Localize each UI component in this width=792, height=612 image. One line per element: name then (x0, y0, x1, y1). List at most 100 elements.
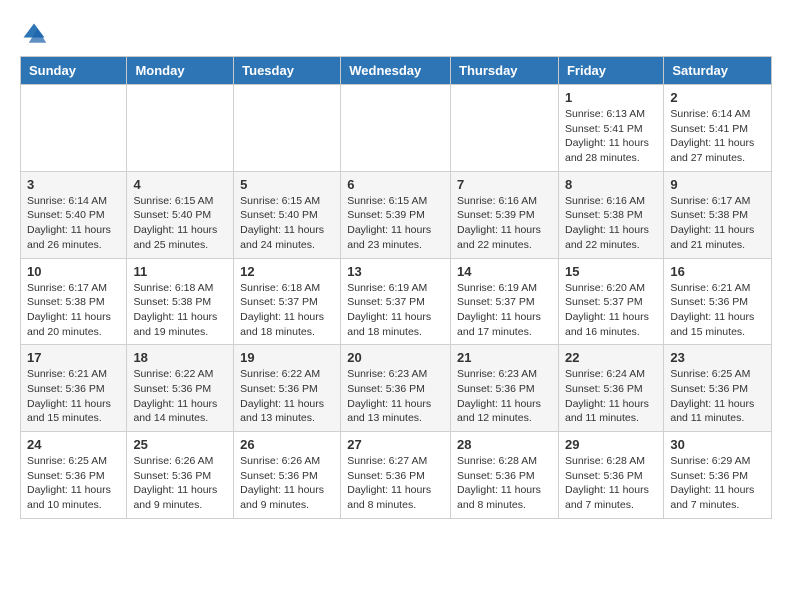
day-number: 24 (27, 437, 120, 452)
weekday-header-cell: Wednesday (341, 57, 451, 85)
day-info: Sunrise: 6:13 AM Sunset: 5:41 PM Dayligh… (565, 107, 657, 166)
calendar-cell: 10 Sunrise: 6:17 AM Sunset: 5:38 PM Dayli… (21, 258, 127, 345)
calendar-cell: 13 Sunrise: 6:19 AM Sunset: 5:37 PM Dayli… (341, 258, 451, 345)
calendar-cell (341, 85, 451, 172)
calendar-cell: 21 Sunrise: 6:23 AM Sunset: 5:36 PM Dayli… (451, 345, 559, 432)
day-number: 26 (240, 437, 334, 452)
day-info: Sunrise: 6:28 AM Sunset: 5:36 PM Dayligh… (565, 454, 657, 513)
calendar-cell (21, 85, 127, 172)
day-number: 20 (347, 350, 444, 365)
day-number: 12 (240, 264, 334, 279)
day-info: Sunrise: 6:24 AM Sunset: 5:36 PM Dayligh… (565, 367, 657, 426)
day-number: 13 (347, 264, 444, 279)
day-info: Sunrise: 6:19 AM Sunset: 5:37 PM Dayligh… (457, 281, 552, 340)
calendar-week-row: 24 Sunrise: 6:25 AM Sunset: 5:36 PM Dayli… (21, 432, 772, 519)
calendar-cell: 23 Sunrise: 6:25 AM Sunset: 5:36 PM Dayli… (664, 345, 772, 432)
day-info: Sunrise: 6:15 AM Sunset: 5:40 PM Dayligh… (240, 194, 334, 253)
calendar-cell (234, 85, 341, 172)
day-number: 29 (565, 437, 657, 452)
calendar-cell: 28Sunrise: 6:28 AM Sunset: 5:36 PM Dayli… (451, 432, 559, 519)
day-number: 4 (133, 177, 227, 192)
day-number: 21 (457, 350, 552, 365)
calendar-week-row: 1 Sunrise: 6:13 AM Sunset: 5:41 PM Daylig… (21, 85, 772, 172)
day-info: Sunrise: 6:27 AM Sunset: 5:36 PM Dayligh… (347, 454, 444, 513)
calendar-cell: 22 Sunrise: 6:24 AM Sunset: 5:36 PM Dayli… (558, 345, 663, 432)
calendar-cell: 17 Sunrise: 6:21 AM Sunset: 5:36 PM Dayli… (21, 345, 127, 432)
day-number: 7 (457, 177, 552, 192)
day-number: 17 (27, 350, 120, 365)
day-info: Sunrise: 6:15 AM Sunset: 5:40 PM Dayligh… (133, 194, 227, 253)
calendar-cell: 16 Sunrise: 6:21 AM Sunset: 5:36 PM Dayli… (664, 258, 772, 345)
logo (20, 20, 52, 48)
day-number: 6 (347, 177, 444, 192)
day-info: Sunrise: 6:18 AM Sunset: 5:37 PM Dayligh… (240, 281, 334, 340)
calendar-cell: 1 Sunrise: 6:13 AM Sunset: 5:41 PM Daylig… (558, 85, 663, 172)
calendar-cell: 20 Sunrise: 6:23 AM Sunset: 5:36 PM Dayli… (341, 345, 451, 432)
day-number: 5 (240, 177, 334, 192)
day-info: Sunrise: 6:21 AM Sunset: 5:36 PM Dayligh… (27, 367, 120, 426)
calendar-cell: 7Sunrise: 6:16 AM Sunset: 5:39 PM Daylig… (451, 171, 559, 258)
calendar-cell: 8 Sunrise: 6:16 AM Sunset: 5:38 PM Daylig… (558, 171, 663, 258)
calendar-week-row: 10 Sunrise: 6:17 AM Sunset: 5:38 PM Dayli… (21, 258, 772, 345)
day-info: Sunrise: 6:20 AM Sunset: 5:37 PM Dayligh… (565, 281, 657, 340)
day-info: Sunrise: 6:23 AM Sunset: 5:36 PM Dayligh… (457, 367, 552, 426)
day-number: 18 (133, 350, 227, 365)
day-number: 19 (240, 350, 334, 365)
day-number: 14 (457, 264, 552, 279)
calendar-cell: 14 Sunrise: 6:19 AM Sunset: 5:37 PM Dayli… (451, 258, 559, 345)
day-info: Sunrise: 6:29 AM Sunset: 5:36 PM Dayligh… (670, 454, 765, 513)
day-number: 22 (565, 350, 657, 365)
day-info: Sunrise: 6:26 AM Sunset: 5:36 PM Dayligh… (240, 454, 334, 513)
day-info: Sunrise: 6:16 AM Sunset: 5:38 PM Dayligh… (565, 194, 657, 253)
day-info: Sunrise: 6:19 AM Sunset: 5:37 PM Dayligh… (347, 281, 444, 340)
day-info: Sunrise: 6:25 AM Sunset: 5:36 PM Dayligh… (27, 454, 120, 513)
day-info: Sunrise: 6:17 AM Sunset: 5:38 PM Dayligh… (27, 281, 120, 340)
day-number: 10 (27, 264, 120, 279)
day-number: 25 (133, 437, 227, 452)
weekday-header-cell: Friday (558, 57, 663, 85)
day-info: Sunrise: 6:26 AM Sunset: 5:36 PM Dayligh… (133, 454, 227, 513)
weekday-header-row: SundayMondayTuesdayWednesdayThursdayFrid… (21, 57, 772, 85)
calendar-cell: 2 Sunrise: 6:14 AM Sunset: 5:41 PM Daylig… (664, 85, 772, 172)
day-number: 9 (670, 177, 765, 192)
weekday-header-cell: Tuesday (234, 57, 341, 85)
day-info: Sunrise: 6:14 AM Sunset: 5:40 PM Dayligh… (27, 194, 120, 253)
calendar-week-row: 3 Sunrise: 6:14 AM Sunset: 5:40 PM Daylig… (21, 171, 772, 258)
day-number: 27 (347, 437, 444, 452)
day-info: Sunrise: 6:18 AM Sunset: 5:38 PM Dayligh… (133, 281, 227, 340)
day-number: 1 (565, 90, 657, 105)
calendar-cell: 29 Sunrise: 6:28 AM Sunset: 5:36 PM Dayli… (558, 432, 663, 519)
calendar-cell: 18 Sunrise: 6:22 AM Sunset: 5:36 PM Dayli… (127, 345, 234, 432)
weekday-header-cell: Thursday (451, 57, 559, 85)
calendar-cell: 12 Sunrise: 6:18 AM Sunset: 5:37 PM Dayli… (234, 258, 341, 345)
title-block (72, 20, 772, 22)
calendar-cell: 26 Sunrise: 6:26 AM Sunset: 5:36 PM Dayli… (234, 432, 341, 519)
calendar-cell: 27 Sunrise: 6:27 AM Sunset: 5:36 PM Dayli… (341, 432, 451, 519)
calendar-cell: 19Sunrise: 6:22 AM Sunset: 5:36 PM Dayli… (234, 345, 341, 432)
calendar-cell: 3 Sunrise: 6:14 AM Sunset: 5:40 PM Daylig… (21, 171, 127, 258)
day-number: 3 (27, 177, 120, 192)
calendar-cell: 9 Sunrise: 6:17 AM Sunset: 5:38 PM Daylig… (664, 171, 772, 258)
calendar-cell: 4 Sunrise: 6:15 AM Sunset: 5:40 PM Daylig… (127, 171, 234, 258)
day-number: 16 (670, 264, 765, 279)
weekday-header-cell: Sunday (21, 57, 127, 85)
day-info: Sunrise: 6:25 AM Sunset: 5:36 PM Dayligh… (670, 367, 765, 426)
day-info: Sunrise: 6:15 AM Sunset: 5:39 PM Dayligh… (347, 194, 444, 253)
calendar-cell: 6 Sunrise: 6:15 AM Sunset: 5:39 PM Daylig… (341, 171, 451, 258)
day-info: Sunrise: 6:14 AM Sunset: 5:41 PM Dayligh… (670, 107, 765, 166)
calendar-cell (451, 85, 559, 172)
calendar-body: 1 Sunrise: 6:13 AM Sunset: 5:41 PM Daylig… (21, 85, 772, 519)
day-number: 30 (670, 437, 765, 452)
calendar-cell: 25 Sunrise: 6:26 AM Sunset: 5:36 PM Dayli… (127, 432, 234, 519)
calendar-cell (127, 85, 234, 172)
day-number: 28 (457, 437, 552, 452)
day-info: Sunrise: 6:22 AM Sunset: 5:36 PM Dayligh… (133, 367, 227, 426)
day-info: Sunrise: 6:17 AM Sunset: 5:38 PM Dayligh… (670, 194, 765, 253)
day-info: Sunrise: 6:21 AM Sunset: 5:36 PM Dayligh… (670, 281, 765, 340)
day-number: 2 (670, 90, 765, 105)
day-number: 8 (565, 177, 657, 192)
logo-icon (20, 20, 48, 48)
day-number: 23 (670, 350, 765, 365)
calendar-cell: 24 Sunrise: 6:25 AM Sunset: 5:36 PM Dayli… (21, 432, 127, 519)
day-info: Sunrise: 6:23 AM Sunset: 5:36 PM Dayligh… (347, 367, 444, 426)
